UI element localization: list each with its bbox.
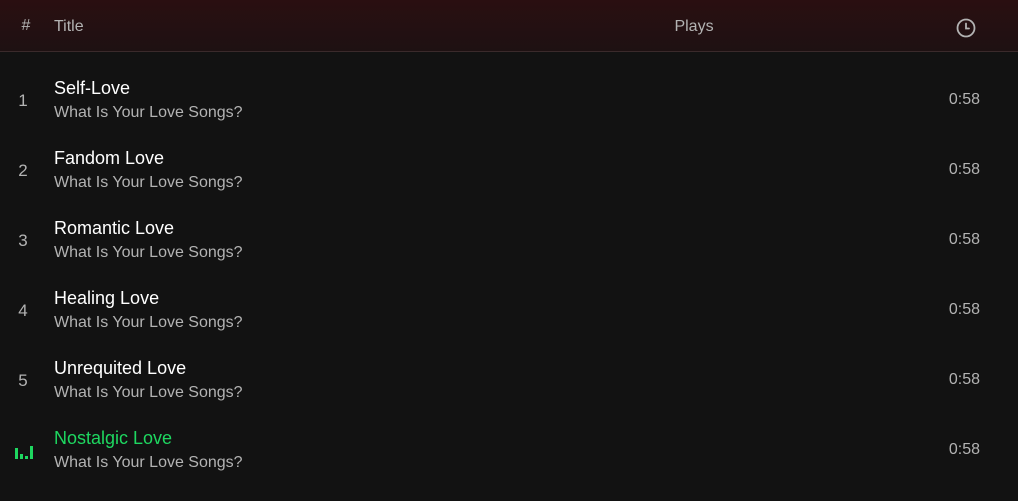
track-number: 5 (18, 371, 28, 390)
track-artist[interactable]: What Is Your Love Songs? (54, 174, 243, 192)
track-title[interactable]: Self-Love (54, 78, 130, 99)
track-title[interactable]: Unrequited Love (54, 358, 186, 379)
track-title[interactable]: Nostalgic Love (54, 428, 172, 449)
track-artist[interactable]: What Is Your Love Songs? (54, 314, 243, 332)
track-artist[interactable]: What Is Your Love Songs? (54, 454, 243, 472)
track-duration: 0:58 (948, 371, 980, 388)
track-row[interactable]: 3 Romantic Love What Is Your Love Songs?… (0, 207, 1018, 277)
now-playing-equalizer-icon (15, 445, 33, 459)
column-header-title[interactable]: Title (54, 18, 84, 36)
track-row[interactable]: 2 Fandom Love What Is Your Love Songs? 0… (0, 137, 1018, 207)
track-number: 3 (18, 231, 28, 250)
track-artist[interactable]: What Is Your Love Songs? (54, 104, 243, 122)
track-title[interactable]: Healing Love (54, 288, 159, 309)
track-number: 2 (18, 161, 28, 180)
tracklist-header: # Title Plays (0, 0, 1018, 52)
column-header-plays[interactable]: Plays (660, 18, 728, 36)
track-title[interactable]: Romantic Love (54, 218, 174, 239)
track-title[interactable]: Fandom Love (54, 148, 164, 169)
track-artist[interactable]: What Is Your Love Songs? (54, 244, 243, 262)
track-artist[interactable]: What Is Your Love Songs? (54, 384, 243, 402)
track-duration: 0:58 (948, 231, 980, 248)
column-header-number: # (21, 17, 31, 34)
track-row-now-playing[interactable]: Nostalgic Love What Is Your Love Songs? … (0, 417, 1018, 487)
track-number: 1 (18, 91, 28, 110)
track-row[interactable]: 5 Unrequited Love What Is Your Love Song… (0, 347, 1018, 417)
track-row[interactable]: 1 Self-Love What Is Your Love Songs? 0:5… (0, 67, 1018, 137)
track-duration: 0:58 (948, 301, 980, 318)
track-row[interactable]: 4 Healing Love What Is Your Love Songs? … (0, 277, 1018, 347)
track-number: 4 (18, 301, 28, 320)
track-duration: 0:58 (948, 91, 980, 108)
clock-icon[interactable] (955, 17, 977, 39)
track-duration: 0:58 (948, 441, 980, 458)
track-duration: 0:58 (948, 161, 980, 178)
